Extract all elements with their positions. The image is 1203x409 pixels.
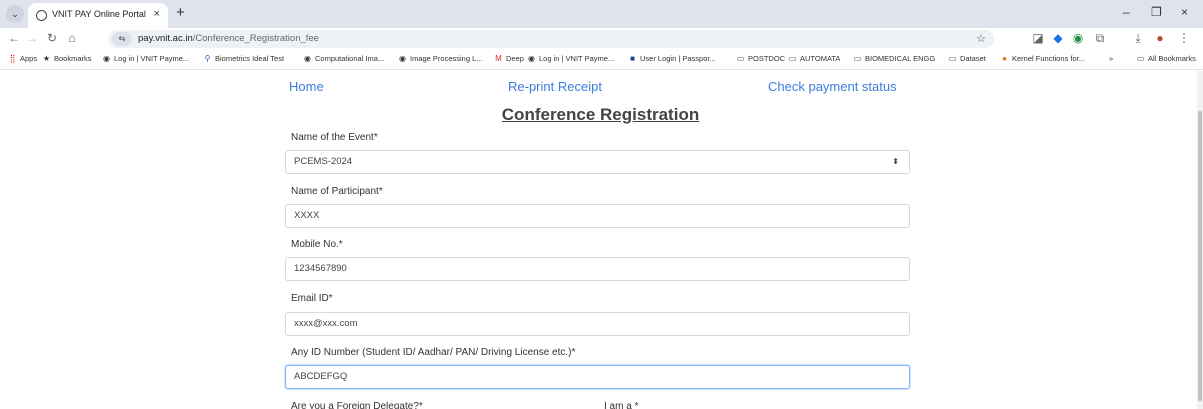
bookmarks-bar: ⣿ Apps ★ Bookmarks ◉ Log in | VNIT Payme...…	[0, 50, 1203, 70]
globe-icon: ◉	[103, 54, 110, 63]
bookmark-biomedical[interactable]: ▭ BIOMEDICAL ENGG	[853, 54, 935, 63]
kernel-icon: ●	[1002, 54, 1007, 63]
globe-icon	[36, 10, 47, 21]
id-number-input[interactable]: ABCDEFGQ	[285, 365, 910, 389]
email-label: Email ID*	[291, 293, 333, 304]
tab-search-icon[interactable]: ⌄	[6, 5, 24, 23]
forward-icon[interactable]: →	[24, 31, 40, 45]
bookmark-label: Computational Ima...	[315, 54, 385, 63]
bookmark-label: Dataset	[960, 54, 986, 63]
folder-icon: ▭	[853, 54, 862, 63]
id-label: Any ID Number (Student ID/ Aadhar/ PAN/ …	[291, 347, 576, 358]
bookmark-label: Biometrics Ideal Test	[215, 54, 285, 63]
more-bookmarks-button[interactable]: »	[1109, 54, 1113, 63]
puzzle-icon[interactable]: ⧉	[1092, 31, 1108, 46]
bookmark-image-processing[interactable]: ◉ Image Processing L...	[398, 54, 483, 63]
tab-title: VNIT PAY Online Portal	[52, 9, 146, 19]
nav-home-link[interactable]: Home	[289, 79, 324, 94]
bookmark-label: User Login | Passpor...	[640, 54, 716, 63]
bookmark-passport[interactable]: ■ User Login | Passpor...	[628, 54, 716, 63]
page-title: Conference Registration	[0, 105, 1197, 125]
bookmark-kernel[interactable]: ● Kernel Functions for...	[1000, 54, 1085, 63]
menu-icon[interactable]: ⋮	[1176, 31, 1192, 45]
bookmark-bookmarks[interactable]: ★ Bookmarks	[42, 54, 92, 63]
bookmark-label: POSTDOC	[748, 54, 786, 63]
tab-vnit-pay[interactable]: VNIT PAY Online Portal ×	[28, 3, 168, 28]
tab-close-icon[interactable]: ×	[154, 8, 160, 20]
event-select[interactable]: PCEMS-2024 ⬍	[285, 150, 910, 174]
bookmark-label: Log in | VNIT Payme...	[114, 54, 190, 63]
participant-label: Name of Participant*	[291, 186, 383, 197]
globe-icon: ◉	[304, 54, 311, 63]
restore-button[interactable]: ❐	[1151, 5, 1162, 19]
home-icon[interactable]: ⌂	[64, 31, 80, 45]
event-label: Name of the Event*	[291, 132, 378, 143]
reload-icon[interactable]: ↻	[44, 31, 60, 45]
page-title-text: Conference Registration	[501, 105, 700, 124]
bookmark-label: AUTOMATA	[800, 54, 841, 63]
url-text: pay.vnit.ac.in/Conference_Registration_f…	[138, 33, 319, 44]
window-close-button[interactable]: ×	[1181, 5, 1188, 19]
event-select-value: PCEMS-2024	[294, 156, 353, 167]
star-icon: ★	[42, 54, 51, 63]
bookmark-all[interactable]: ▭ All Bookmarks	[1136, 54, 1196, 63]
bookmark-dataset[interactable]: ▭ Dataset	[948, 54, 986, 63]
folder-icon: ▭	[948, 54, 957, 63]
iam-label: I am a *	[604, 401, 639, 409]
nav-reprint-link[interactable]: Re-print Receipt	[508, 79, 602, 94]
bookmark-biometrics[interactable]: ⚲ Biometrics Ideal Test	[203, 54, 285, 63]
bookmark-vnit-login[interactable]: ◉ Log in | VNIT Payme...	[102, 54, 189, 63]
bookmark-label: Deep	[506, 54, 524, 63]
folder-icon: ▭	[736, 54, 745, 63]
browser-toolbar: ← → ↻ ⌂ ⇆ pay.vnit.ac.in/Conference_Regi…	[0, 28, 1203, 50]
select-arrows-icon: ⬍	[892, 157, 899, 166]
site-info-icon[interactable]: ⇆	[112, 32, 132, 46]
bookmark-label: Apps	[20, 54, 38, 63]
gmail-icon: M	[495, 54, 502, 63]
participant-input[interactable]: XXXX	[285, 204, 910, 228]
globe-icon: ◉	[399, 54, 406, 63]
url-path: /Conference_Registration_fee	[192, 33, 319, 44]
bookmark-computational[interactable]: ◉ Computational Ima...	[303, 54, 384, 63]
profile-avatar-icon[interactable]: ●	[1152, 31, 1168, 45]
apps-icon: ⣿	[9, 54, 16, 63]
bookmark-postdoc[interactable]: ▭ POSTDOC	[736, 54, 785, 63]
bookmark-vnit-login-2[interactable]: ◉ Log in | VNIT Payme...	[527, 54, 614, 63]
page-scrollbar[interactable]	[1197, 71, 1203, 409]
bio-icon: ⚲	[204, 54, 211, 63]
tab-strip: ⌄ VNIT PAY Online Portal × + – ❐ ×	[0, 0, 1203, 28]
new-tab-button[interactable]: +	[176, 4, 185, 21]
back-icon[interactable]: ←	[6, 31, 22, 45]
email-input[interactable]: xxxx@xxx.com	[285, 312, 910, 336]
minimize-button[interactable]: –	[1123, 5, 1130, 19]
bookmark-automata[interactable]: ▭ AUTOMATA	[788, 54, 841, 63]
bookmark-deep[interactable]: M Deep	[494, 54, 524, 63]
extension-icon[interactable]: ◉	[1070, 31, 1086, 45]
extension-icon[interactable]: ◪	[1030, 31, 1046, 45]
extension-icon[interactable]: ◆	[1050, 31, 1066, 45]
foreign-delegate-label: Are you a Foreign Delegate?*	[291, 401, 423, 409]
page-content: Home Re-print Receipt Check payment stat…	[0, 71, 1197, 409]
folder-icon: ▭	[788, 54, 797, 63]
passport-icon: ■	[630, 54, 635, 63]
bookmark-label: Kernel Functions for...	[1012, 54, 1085, 63]
bookmark-label: Bookmarks	[54, 54, 92, 63]
bookmark-label: Log in | VNIT Payme...	[539, 54, 615, 63]
url-domain: pay.vnit.ac.in	[138, 33, 193, 44]
folder-icon: ▭	[1136, 54, 1145, 63]
bookmark-apps[interactable]: ⣿ Apps	[8, 54, 38, 63]
bookmark-star-icon[interactable]: ☆	[976, 32, 986, 45]
scrollbar-thumb[interactable]	[1198, 111, 1202, 401]
address-bar[interactable]: ⇆ pay.vnit.ac.in/Conference_Registration…	[108, 30, 994, 48]
bookmark-label: All Bookmarks	[1148, 54, 1196, 63]
mobile-input[interactable]: 1234567890	[285, 257, 910, 281]
bookmark-label: Image Processing L...	[410, 54, 483, 63]
mobile-label: Mobile No.*	[291, 239, 343, 250]
bookmark-label: BIOMEDICAL ENGG	[865, 54, 936, 63]
download-icon[interactable]: ⤓	[1130, 31, 1146, 46]
nav-check-status-link[interactable]: Check payment status	[768, 79, 897, 94]
globe-icon: ◉	[528, 54, 535, 63]
